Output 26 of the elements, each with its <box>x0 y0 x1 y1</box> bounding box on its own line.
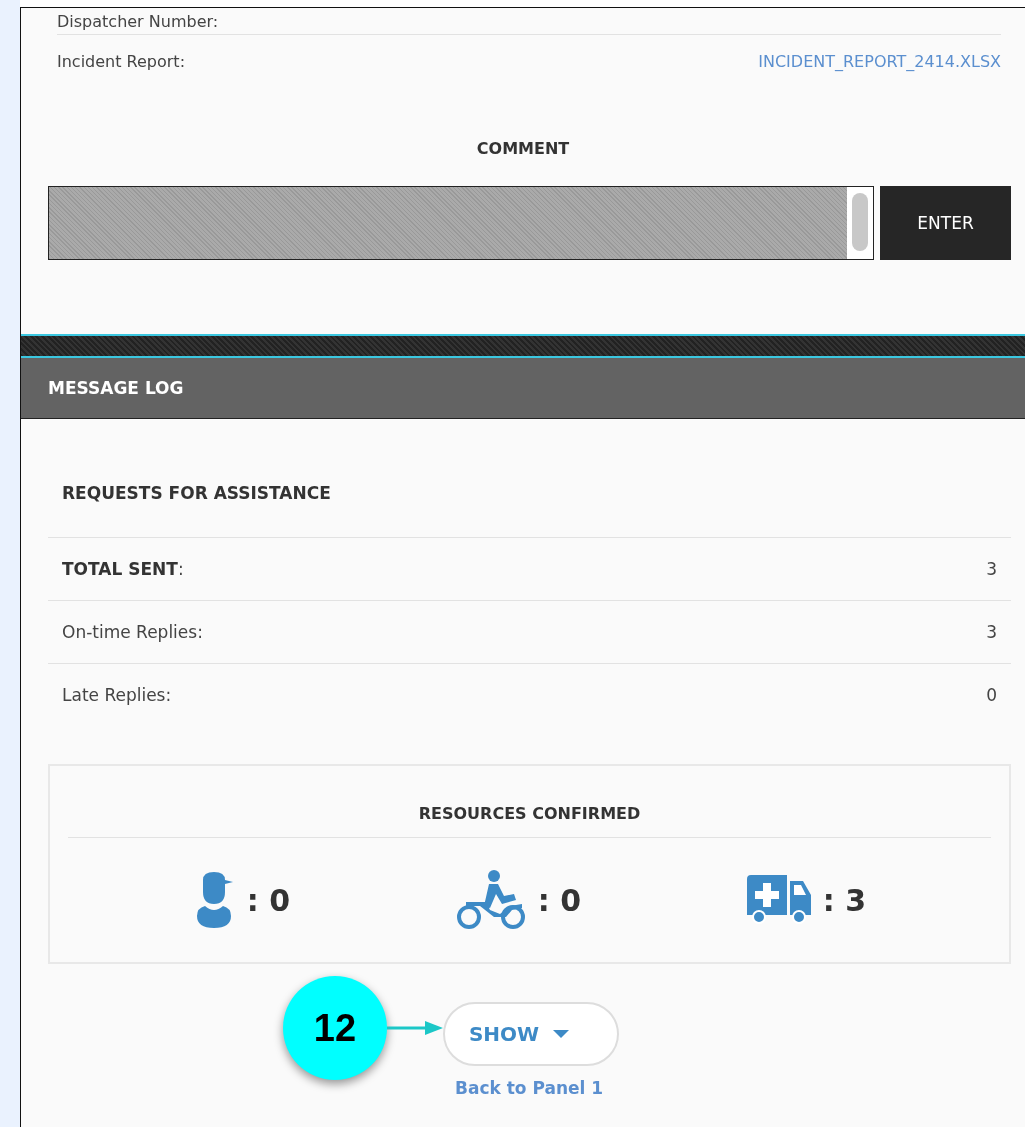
callout-badge: 12 <box>283 976 387 1080</box>
row-label: Late Replies: <box>62 685 172 705</box>
back-link[interactable]: Back to Panel 1 <box>455 1078 604 1098</box>
ambulance-icon <box>746 875 811 925</box>
row-label: TOTAL SENT: <box>62 559 184 579</box>
resource-count: : 0 <box>537 882 582 918</box>
detail-label: Dispatcher Number: <box>57 11 219 31</box>
detail-label: Incident Report: <box>57 51 186 71</box>
file-link[interactable]: INCIDENT_REPORT_2414.XLSX <box>758 51 1001 71</box>
callout-arrow <box>387 1020 443 1036</box>
row-value: 3 <box>986 622 997 642</box>
motorcycle-icon <box>455 870 526 930</box>
row-value: 3 <box>986 559 997 579</box>
resource-count: : 3 <box>822 882 867 918</box>
card-title: RESOURCES CONFIRMED <box>68 766 991 838</box>
row-label: On-time Replies: <box>62 622 203 642</box>
comment-field[interactable] <box>48 186 874 260</box>
enter-button[interactable]: ENTER <box>880 186 1011 260</box>
row-value: 0 <box>986 685 997 705</box>
section-heading: REQUESTS FOR ASSISTANCE <box>62 483 332 505</box>
section-title: MESSAGE LOG <box>48 378 184 398</box>
resource-count: : 0 <box>246 882 291 918</box>
comment-heading: COMMENT <box>475 139 571 158</box>
caret-icon <box>553 1029 570 1039</box>
scrollbar-thumb[interactable] <box>852 193 868 251</box>
show-dropdown-button[interactable]: SHOW <box>443 1002 619 1066</box>
